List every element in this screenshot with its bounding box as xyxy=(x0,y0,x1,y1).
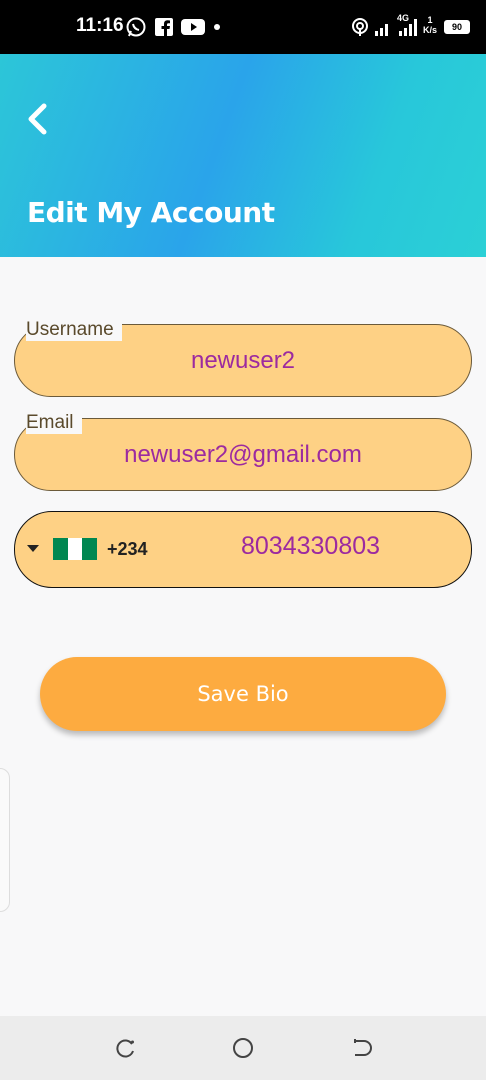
side-panel-handle[interactable] xyxy=(0,768,10,912)
signal-icon xyxy=(375,24,388,36)
header: Edit My Account xyxy=(0,54,486,257)
status-bar: 11:16 4G 1 K/s 90 xyxy=(0,0,486,54)
phone-number-value[interactable]: 8034330803 xyxy=(241,532,380,561)
whatsapp-icon xyxy=(126,17,146,37)
network-speed: 1 K/s xyxy=(423,15,437,35)
username-label: Username xyxy=(26,319,122,341)
dial-code[interactable]: +234 xyxy=(107,539,148,560)
battery-icon: 90 xyxy=(444,20,470,34)
facebook-icon xyxy=(155,18,173,36)
system-nav-bar xyxy=(0,1016,486,1080)
dropdown-arrow-icon[interactable] xyxy=(27,545,39,552)
back-icon[interactable] xyxy=(350,1036,374,1060)
username-value: newuser2 xyxy=(190,347,296,374)
page-title: Edit My Account xyxy=(27,196,275,229)
notification-dot-icon xyxy=(214,24,220,30)
email-value: newuser2@gmail.com xyxy=(124,441,362,468)
home-icon[interactable] xyxy=(231,1036,255,1060)
speed-value: 1 xyxy=(427,15,433,25)
save-bio-button[interactable]: Save Bio xyxy=(40,657,446,731)
hotspot-icon xyxy=(352,18,368,36)
signal-icon xyxy=(399,19,417,36)
youtube-icon xyxy=(181,19,205,35)
status-time: 11:16 xyxy=(76,15,124,36)
speed-unit: K/s xyxy=(423,25,438,35)
nigeria-flag-icon[interactable] xyxy=(53,538,98,560)
recent-apps-icon[interactable] xyxy=(113,1036,137,1060)
email-label: Email xyxy=(26,412,82,434)
chevron-left-icon[interactable] xyxy=(22,100,54,138)
phone-field[interactable]: +234 8034330803 xyxy=(14,511,472,588)
email-field[interactable]: newuser2@gmail.com xyxy=(14,418,472,491)
